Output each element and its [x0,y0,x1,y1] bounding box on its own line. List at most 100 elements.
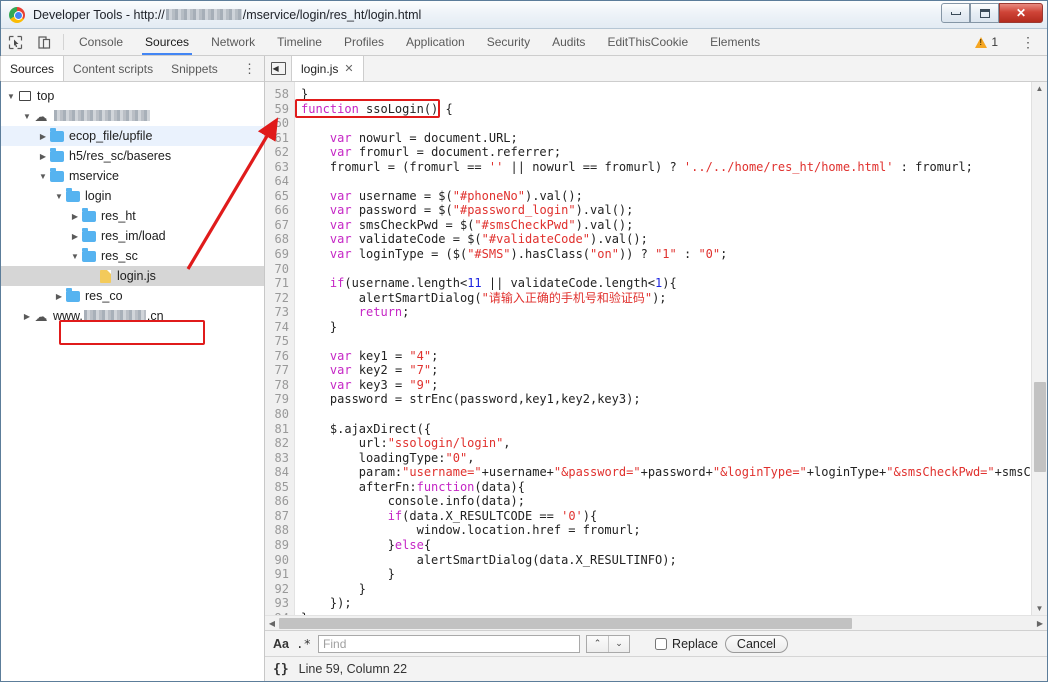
code-line[interactable]: } [301,567,1031,582]
chevron-right-icon[interactable]: ▶ [69,212,81,221]
regex-icon[interactable]: .* [296,636,311,651]
code-line[interactable]: var username = $("#phoneNo").val(); [301,189,1031,204]
cancel-button[interactable]: Cancel [724,634,788,653]
code-line[interactable]: fromurl = (fromurl == '' || nowurl == fr… [301,160,1031,175]
vertical-scroll-thumb[interactable] [1034,382,1046,472]
tree-item[interactable]: ▶ res_ht [1,206,264,226]
navigator-more-icon[interactable]: ⋮ [235,56,264,81]
inspect-element-icon[interactable] [1,29,30,55]
scroll-up-icon[interactable]: ▲ [1036,84,1044,93]
code-line[interactable]: } [301,87,1031,102]
code-vertical-scrollbar[interactable]: ▲ ▼ [1031,82,1047,615]
tree-item-login-js[interactable]: ▶login.js [1,266,264,286]
code-line[interactable]: var validateCode = $("#validateCode").va… [301,232,1031,247]
code-line[interactable] [301,174,1031,189]
tab-application[interactable]: Application [395,29,476,55]
replace-checkbox[interactable] [655,637,668,650]
horizontal-scroll-thumb[interactable] [279,617,852,629]
chevron-right-icon[interactable]: ▶ [69,232,81,241]
code-line[interactable]: password = strEnc(password,key1,key2,key… [301,392,1031,407]
code-line[interactable]: } [301,582,1031,597]
code-line[interactable]: }); [301,596,1031,611]
scroll-down-icon[interactable]: ▼ [1036,604,1044,613]
maximize-button[interactable] [970,3,999,23]
tree-item[interactable]: ▼ mservice [1,166,264,186]
code-line[interactable]: return; [301,305,1031,320]
code-line[interactable]: } [301,320,1031,335]
code-line[interactable]: if(username.length<11 || validateCode.le… [301,276,1031,291]
find-previous-button[interactable]: ⌃ [587,635,609,652]
tab-security[interactable]: Security [476,29,541,55]
chevron-right-icon[interactable]: ▶ [53,292,65,301]
chevron-down-icon[interactable]: ▼ [5,92,17,101]
code-line[interactable]: var nowurl = document.URL; [301,131,1031,146]
code-line[interactable]: var key3 = "9"; [301,378,1031,393]
tree-item[interactable]: ▶ h5/res_sc/baseres [1,146,264,166]
code-line[interactable]: var key2 = "7"; [301,363,1031,378]
code-line[interactable]: param:"username="+username+"&password="+… [301,465,1031,480]
code-horizontal-scrollbar[interactable]: ◀ ▶ [265,615,1047,630]
tree-item[interactable]: ▼ res_sc [1,246,264,266]
nav-tab-sources[interactable]: Sources [0,56,65,81]
tab-editthiscookie[interactable]: EditThisCookie [596,29,699,55]
code-line[interactable] [301,116,1031,131]
chevron-down-icon[interactable]: ▼ [21,112,33,121]
code-line[interactable]: $.ajaxDirect({ [301,422,1031,437]
nav-tab-snippets[interactable]: Snippets [162,56,227,81]
code-line[interactable] [301,407,1031,422]
device-toolbar-icon[interactable] [30,29,59,55]
tree-item[interactable]: ▼ top [1,86,264,106]
chevron-right-icon[interactable]: ▶ [37,152,49,161]
code-line[interactable]: }else{ [301,538,1031,553]
code-line[interactable]: alertSmartDialog(data.X_RESULTINFO); [301,553,1031,568]
code-line[interactable]: alertSmartDialog("请输入正确的手机号和验证码"); [301,291,1031,306]
collapse-panel-icon[interactable]: ◀ [265,56,291,81]
tree-item[interactable]: ▶ ☁ www. .cn [1,306,264,326]
code-line[interactable]: afterFn:function(data){ [301,480,1031,495]
tab-console[interactable]: Console [68,29,134,55]
code-line[interactable]: if(data.X_RESULTCODE == '0'){ [301,509,1031,524]
tab-profiles[interactable]: Profiles [333,29,395,55]
tree-item[interactable]: ▼ ☁ [1,106,264,126]
scroll-right-icon[interactable]: ▶ [1033,619,1047,628]
file-tab-login-js[interactable]: login.js ✕ [291,56,364,81]
minimize-button[interactable] [941,3,970,23]
chevron-down-icon[interactable]: ▼ [37,172,49,181]
code-line[interactable]: var key1 = "4"; [301,349,1031,364]
horizontal-scroll-track[interactable] [279,617,1033,630]
more-options-icon[interactable]: ⋮ [1013,35,1043,49]
code-line[interactable]: var smsCheckPwd = $("#smsCheckPwd").val(… [301,218,1031,233]
code-area[interactable]: 58 59 60 61 62 63 64 65 66 67 68 69 70 71 72 73 74 75 76 77… [265,82,1031,615]
chevron-down-icon[interactable]: ▼ [69,252,81,261]
pretty-print-icon[interactable]: {} [273,662,289,677]
nav-tab-content-scripts[interactable]: Content scripts [64,56,162,81]
code-content[interactable]: } function ssoLogin() { var nowurl = docu… [295,82,1031,615]
tree-item[interactable]: ▼ login [1,186,264,206]
code-line[interactable]: window.location.href = fromurl; [301,523,1031,538]
chevron-right-icon[interactable]: ▶ [37,132,49,141]
tab-audits[interactable]: Audits [541,29,596,55]
chevron-right-icon[interactable]: ▶ [21,312,33,321]
scroll-left-icon[interactable]: ◀ [265,619,279,628]
warning-counter[interactable]: 1 [969,35,1004,49]
code-line[interactable] [301,262,1031,277]
match-case-icon[interactable]: Aa [273,637,289,651]
code-line[interactable]: loadingType:"0", [301,451,1031,466]
code-line[interactable]: function ssoLogin() { [301,102,1031,117]
chevron-down-icon[interactable]: ▼ [53,192,65,201]
tree-item[interactable]: ▶ res_co [1,286,264,306]
code-line[interactable]: var password = $("#password_login").val(… [301,203,1031,218]
tab-timeline[interactable]: Timeline [266,29,333,55]
tree-item[interactable]: ▶ res_im/load [1,226,264,246]
replace-checkbox-group[interactable]: Replace [655,637,718,651]
code-line[interactable]: url:"ssologin/login", [301,436,1031,451]
code-line[interactable]: var fromurl = document.referrer; [301,145,1031,160]
code-line[interactable]: console.info(data); [301,494,1031,509]
find-input[interactable] [318,634,581,653]
code-line[interactable] [301,334,1031,349]
find-next-button[interactable]: ⌄ [608,635,630,652]
tree-item[interactable]: ▶ ecop_file/upfile [1,126,264,146]
close-button[interactable]: ✕ [999,3,1043,23]
close-icon[interactable]: ✕ [344,62,353,75]
tab-sources[interactable]: Sources [134,29,200,55]
